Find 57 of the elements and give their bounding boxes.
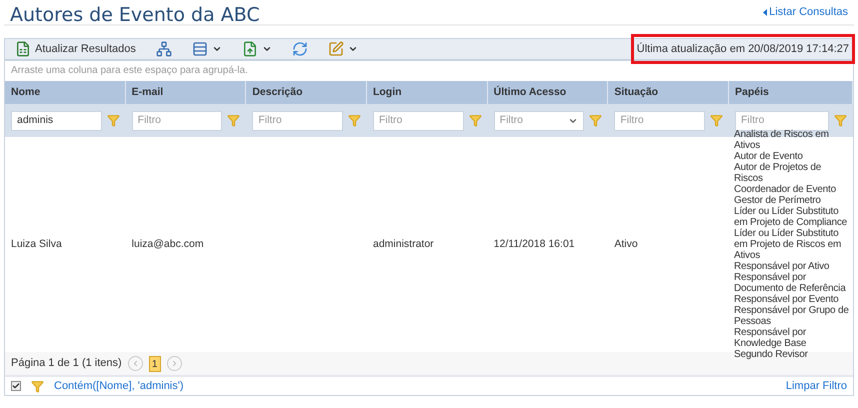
role-item: Autor de Evento (734, 151, 804, 162)
column-header[interactable]: Situação (608, 81, 729, 104)
hierarchy-icon (156, 41, 172, 57)
refresh-icon (292, 41, 308, 57)
toolbar-button[interactable] (154, 39, 174, 59)
table-cell-text: Luiza Silva (11, 236, 62, 252)
page-title: Autores de Evento da ABC (10, 3, 260, 28)
role-item: Responsável por Knowledge Base (734, 327, 808, 349)
table-cell-text: Ativo (614, 236, 638, 252)
role-item: Coordenador de Evento (734, 184, 837, 195)
filter-icon[interactable] (710, 114, 723, 127)
filter-expression-link[interactable]: Contém([Nome], 'adminis') (54, 378, 184, 394)
role-item: Líder ou Líder Substituto em Projeto de Riscos em Ativos (734, 228, 842, 261)
column-header[interactable]: Nome (5, 81, 126, 104)
edit-icon (328, 41, 344, 57)
role-item: Responsável por Evento (734, 294, 840, 305)
filter-icon[interactable] (589, 114, 602, 127)
column-header[interactable]: Login (366, 81, 488, 104)
column-header[interactable]: Descrição (246, 81, 367, 104)
caret-icon (262, 44, 272, 54)
role-item: Responsável por Grupo de Pessoas (734, 305, 850, 327)
filter-icon[interactable] (834, 114, 847, 127)
table-cell-text: luiza@abc.com (132, 236, 204, 252)
previous-page-button[interactable] (128, 356, 143, 371)
filter-checkbox[interactable] (11, 381, 21, 391)
clear-filter-link[interactable]: Limpar Filtro (786, 378, 847, 394)
caret-icon (212, 44, 222, 54)
filter-icon[interactable] (468, 114, 482, 127)
filter-icon[interactable] (106, 114, 120, 127)
list-queries-link[interactable]: Listar Consultas (763, 4, 848, 20)
role-item: Segundo Revisor (734, 349, 809, 360)
column-header[interactable]: Papéis (728, 81, 853, 104)
toolbar-button[interactable]: Atualizar Resultados (13, 39, 138, 59)
table-cell-text: administrator (372, 236, 434, 252)
column-header[interactable]: E-mail (126, 81, 246, 104)
pager-summary: Página 1 de 1 (1 itens) (11, 356, 122, 372)
role-item: Responsável por Ativo (734, 261, 830, 272)
table-cell-text: 12/11/2018 16:01 (494, 236, 575, 252)
back-arrow-icon (763, 8, 768, 16)
filter-field[interactable]: adminis (11, 110, 102, 130)
last-update-text: Última atualização em 20/08/2019 17:14:27 (630, 34, 855, 64)
next-page-button[interactable] (166, 356, 182, 371)
caret-icon (348, 44, 358, 54)
page-button[interactable]: 1 (148, 356, 161, 372)
role-item: Gestor de Perímetro (734, 195, 822, 206)
filter-icon[interactable] (227, 114, 240, 127)
filter-icon[interactable] (31, 380, 44, 392)
grouping-icon (192, 41, 208, 57)
role-item: Analista de Riscos em Ativos (734, 129, 830, 151)
role-item: Líder ou Líder Substituto em Projeto de Compliance (734, 206, 848, 228)
role-item: Autor de Projetos de Riscos (734, 162, 822, 184)
group-panel-hint: Arraste uma coluna para este espaço para agrupá-la. (10, 64, 249, 78)
role-item: Responsável por Documento de Referência (734, 272, 847, 294)
export-icon (242, 41, 258, 57)
filter-icon[interactable] (348, 114, 361, 127)
spreadsheet-icon (15, 41, 31, 57)
column-header[interactable]: Último Acesso (488, 81, 608, 104)
